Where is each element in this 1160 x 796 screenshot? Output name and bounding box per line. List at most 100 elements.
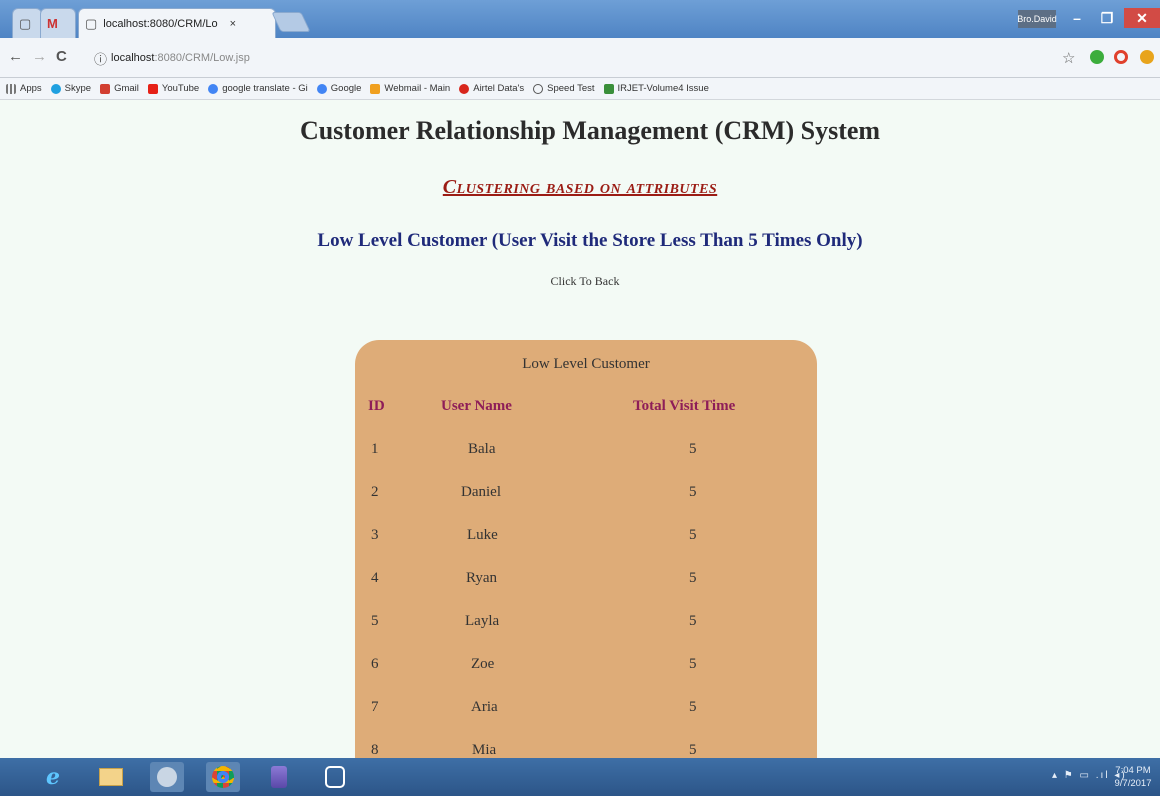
section-subtitle: Clustering based on attributes bbox=[442, 176, 718, 198]
bookmark-label: Google bbox=[330, 83, 362, 94]
table-row: 8 Mia 5 bbox=[355, 742, 817, 758]
cell-visit-time: 5 bbox=[689, 441, 697, 457]
chrome-icon[interactable] bbox=[206, 762, 240, 792]
cell-visit-time: 5 bbox=[689, 570, 697, 586]
tab-close-icon[interactable]: × bbox=[230, 18, 236, 30]
clock[interactable]: 7:04 PM 9/7/2017 bbox=[1110, 764, 1156, 790]
bookmark-label: Apps bbox=[20, 83, 42, 94]
cell-id: 8 bbox=[371, 742, 379, 758]
reload-button[interactable]: C bbox=[56, 48, 67, 65]
profile-button[interactable]: Bro.David bbox=[1017, 10, 1057, 28]
cell-user-name: Daniel bbox=[461, 484, 501, 500]
app-icon bbox=[271, 766, 287, 788]
bookmark-star-icon[interactable]: ☆ bbox=[1062, 49, 1075, 67]
bookmark-speed-test[interactable]: Speed Test bbox=[533, 83, 595, 94]
section-heading: Low Level Customer (User Visit the Store… bbox=[317, 230, 863, 251]
cell-visit-time: 5 bbox=[689, 699, 697, 715]
info-icon[interactable]: ⓘ bbox=[94, 49, 107, 68]
cell-id: 4 bbox=[371, 570, 379, 586]
windows-taskbar: e ▴ ⚑ ▭ .ıl ◂) 7:04 PM 9/7/2017 bbox=[0, 758, 1160, 796]
speedtest-icon bbox=[533, 83, 544, 94]
new-tab-button[interactable] bbox=[271, 12, 311, 32]
forward-button[interactable]: → bbox=[32, 48, 47, 65]
bookmark-label: Skype bbox=[64, 83, 92, 94]
url-field[interactable]: ⓘ localhost :8080/CRM/Low.jsp bbox=[94, 44, 1054, 72]
bookmarks-bar: Apps Skype Gmail YouTube google translat… bbox=[0, 78, 1160, 100]
bookmark-airtel[interactable]: Airtel Data's bbox=[459, 83, 524, 94]
table-row: 5 Layla 5 bbox=[355, 613, 817, 635]
file-explorer-icon[interactable] bbox=[94, 762, 128, 792]
app-icon bbox=[325, 766, 345, 788]
cell-user-name: Luke bbox=[467, 527, 498, 543]
close-window-button[interactable]: ✕ bbox=[1124, 8, 1160, 28]
extension-icon[interactable] bbox=[1090, 50, 1104, 64]
page-icon: ▢ bbox=[85, 15, 98, 31]
bookmark-skype[interactable]: Skype bbox=[50, 83, 92, 94]
back-link[interactable]: Click To Back bbox=[0, 274, 1160, 289]
app-icon bbox=[157, 767, 177, 787]
table-row: 6 Zoe 5 bbox=[355, 656, 817, 678]
app-icon[interactable] bbox=[262, 762, 296, 792]
cell-visit-time: 5 bbox=[689, 527, 697, 543]
column-header-total-visit-time: Total Visit Time bbox=[633, 398, 736, 414]
app-icon[interactable] bbox=[318, 762, 352, 792]
bookmark-gmail[interactable]: Gmail bbox=[100, 83, 139, 94]
bookmark-label: Webmail - Main bbox=[384, 83, 451, 94]
tab-blank[interactable]: ▢ bbox=[12, 8, 42, 38]
bookmark-label: YouTube bbox=[161, 83, 200, 94]
cell-id: 2 bbox=[371, 484, 379, 500]
google-icon bbox=[316, 83, 327, 94]
bookmark-apps[interactable]: Apps bbox=[6, 83, 42, 94]
url-host: localhost bbox=[111, 52, 155, 64]
url-path: :8080/CRM/Low.jsp bbox=[154, 52, 250, 64]
cell-id: 6 bbox=[371, 656, 379, 672]
table-row: 7 Aria 5 bbox=[355, 699, 817, 721]
bookmark-label: google translate - Gi bbox=[222, 83, 308, 94]
apps-icon bbox=[6, 83, 16, 94]
cell-visit-time: 5 bbox=[689, 656, 697, 672]
customer-table: Low Level Customer ID User Name Total Vi… bbox=[355, 340, 817, 758]
bookmark-google[interactable]: Google bbox=[316, 83, 362, 94]
bookmark-label: Airtel Data's bbox=[473, 83, 525, 94]
gmail-icon bbox=[100, 83, 111, 94]
table-caption: Low Level Customer bbox=[522, 356, 650, 372]
column-header-user-name: User Name bbox=[441, 398, 512, 414]
bookmark-label: IRJET-Volume4 Issue bbox=[617, 83, 709, 94]
bookmark-youtube[interactable]: YouTube bbox=[147, 83, 200, 94]
airtel-icon bbox=[459, 83, 470, 94]
extension-icon[interactable] bbox=[1140, 50, 1154, 64]
page-title: Customer Relationship Management (CRM) S… bbox=[299, 116, 881, 145]
restore-button[interactable]: ❐ bbox=[1092, 8, 1122, 28]
cell-id: 1 bbox=[371, 441, 379, 457]
google-icon bbox=[208, 83, 219, 94]
cell-user-name: Mia bbox=[472, 742, 497, 758]
cell-id: 7 bbox=[371, 699, 379, 715]
bookmark-webmail[interactable]: Webmail - Main bbox=[370, 83, 450, 94]
minimize-button[interactable]: – bbox=[1062, 8, 1092, 28]
table-row: 3 Luke 5 bbox=[355, 527, 817, 549]
back-button[interactable]: ← bbox=[8, 48, 23, 65]
tab-gmail[interactable]: M bbox=[40, 8, 76, 38]
internet-explorer-icon[interactable]: e bbox=[36, 762, 70, 792]
cell-id: 3 bbox=[371, 527, 379, 543]
address-bar: ← → C ⓘ localhost :8080/CRM/Low.jsp ☆ bbox=[0, 38, 1160, 78]
bookmark-google-translate[interactable]: google translate - Gi bbox=[208, 83, 308, 94]
cell-visit-time: 5 bbox=[689, 613, 697, 629]
app-icon[interactable] bbox=[150, 762, 184, 792]
page-content: Customer Relationship Management (CRM) S… bbox=[0, 100, 1160, 758]
bookmark-label: Gmail bbox=[114, 83, 139, 94]
bookmark-irjet[interactable]: IRJET-Volume4 Issue bbox=[603, 83, 709, 94]
tab-active[interactable]: ▢ localhost:8080/CRM/Lo × bbox=[78, 8, 276, 38]
cell-user-name: Bala bbox=[468, 441, 496, 457]
cell-user-name: Aria bbox=[471, 699, 498, 715]
irjet-icon bbox=[603, 83, 614, 94]
opera-extension-icon[interactable] bbox=[1114, 50, 1128, 64]
column-header-id: ID bbox=[368, 398, 385, 414]
clock-date: 9/7/2017 bbox=[1114, 778, 1152, 789]
skype-icon bbox=[50, 83, 61, 94]
clock-time: 7:04 PM bbox=[1115, 765, 1151, 776]
cell-user-name: Zoe bbox=[471, 656, 495, 672]
table-row: 2 Daniel 5 bbox=[355, 484, 817, 506]
cell-visit-time: 5 bbox=[689, 484, 697, 500]
cell-visit-time: 5 bbox=[689, 742, 697, 758]
